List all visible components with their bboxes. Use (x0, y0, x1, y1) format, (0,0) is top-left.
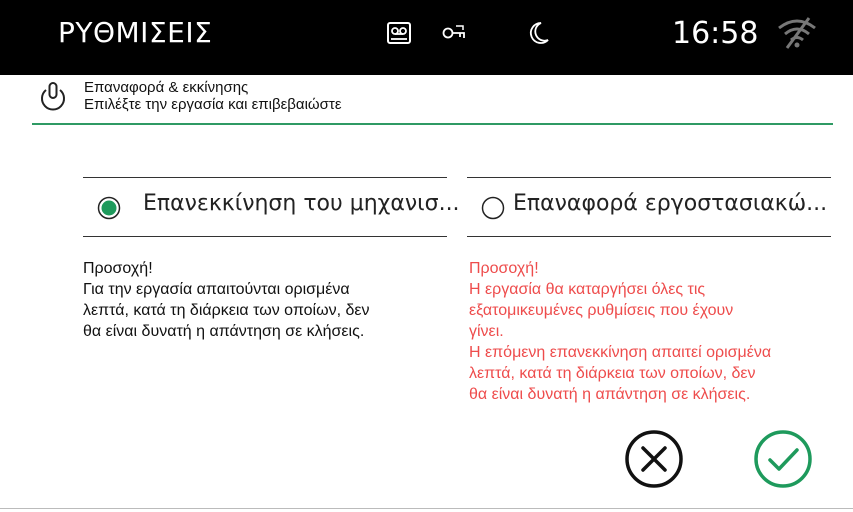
key-icon (442, 25, 465, 39)
section-header: Επαναφορά & εκκίνησης Επιλέξτε την εργασ… (32, 75, 833, 125)
cancel-x-icon (625, 430, 683, 488)
top-bar: ΡΥΘΜΙΣΕΙΣ 16:58 (0, 0, 853, 75)
warning-line: Προσοχή! (469, 260, 539, 277)
confirm-check-icon (754, 430, 812, 488)
wifi-off-icon (778, 17, 816, 49)
warning-line: Η εργασία θα καταργήσει όλες τις (469, 281, 706, 298)
warning-line: θα είναι δυνατή η απάντηση σε κλήσεις. (469, 386, 751, 403)
divider (0, 508, 853, 509)
section-subtitle: Επιλέξτε την εργασία και επιβεβαιώστε (84, 96, 342, 113)
page-title: ΡΥΘΜΙΣΕΙΣ (58, 16, 213, 49)
moon-icon (529, 22, 549, 44)
option-label: Επαναφορά εργοστασιακώ... (513, 191, 828, 216)
voicemail-icon (387, 22, 411, 44)
warning-text-reset: Προσοχή! Η εργασία θα καταργήσει όλες τι… (469, 258, 839, 405)
header-text: Επαναφορά & εκκίνησης Επιλέξτε την εργασ… (84, 79, 342, 113)
power-icon (41, 82, 65, 111)
radio-selected-icon[interactable] (97, 196, 121, 220)
confirm-button[interactable] (751, 427, 815, 496)
section-title: Επαναφορά & εκκίνησης (84, 79, 249, 96)
warning-line: λεπτά, κατά τη διάρκεια των οποίων, δεν (83, 302, 370, 319)
option-label: Επανεκκίνηση του μηχανισ... (143, 191, 460, 216)
option-restart-device[interactable]: Επανεκκίνηση του μηχανισ... (83, 177, 460, 237)
clock: 16:58 (672, 16, 759, 51)
warning-line: εξατομικευμένες ρυθμίσεις που έχουν (469, 302, 734, 319)
warning-line: γίνει. (469, 323, 504, 340)
cancel-button[interactable] (622, 427, 686, 496)
warning-line: Η επόμενη επανεκκίνηση απαιτεί ορισμένα (469, 344, 772, 361)
option-factory-reset[interactable]: Επαναφορά εργοστασιακώ... (467, 177, 831, 237)
warning-line: λεπτά, κατά τη διάρκεια των οποίων, δεν (469, 365, 756, 382)
radio-unselected-icon[interactable] (481, 196, 505, 220)
warning-text-restart: Προσοχή! Για την εργασία απαιτούνται ορι… (83, 258, 433, 342)
warning-line: Για την εργασία απαιτούνται ορισμένα (83, 281, 350, 298)
warning-line: Προσοχή! (83, 260, 153, 277)
warning-line: θα είναι δυνατή η απάντηση σε κλήσεις. (83, 323, 365, 340)
